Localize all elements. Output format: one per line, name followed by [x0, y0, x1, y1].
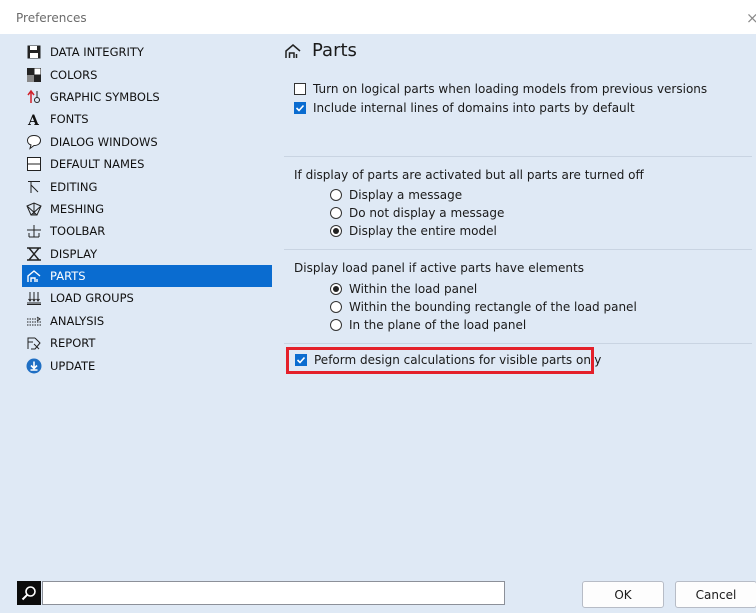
checkbox-logical-parts-box[interactable] [294, 83, 306, 95]
checkbox-internal-lines-box[interactable] [294, 102, 306, 114]
radio-no-message[interactable]: Do not display a message [330, 206, 504, 220]
radio-bounding-rectangle[interactable]: Within the bounding rectangle of the loa… [330, 300, 637, 314]
radio-no-message-circle[interactable] [330, 207, 342, 219]
sidebar-item-label: PARTS [50, 269, 86, 284]
radio-no-message-label: Do not display a message [349, 206, 505, 220]
radio-within-load-panel-label: Within the load panel [349, 282, 478, 296]
sidebar-item-parts[interactable]: PARTS [22, 264, 272, 288]
sidebar-item-label: GRAPHIC SYMBOLS [50, 89, 160, 104]
sidebar-item-label: ANALYSIS [50, 313, 105, 328]
sidebar-item-label: DISPLAY [50, 246, 98, 261]
separator [284, 343, 752, 344]
panel-title-text: Parts [312, 40, 357, 61]
group-parts-off-label: If display of parts are activated but al… [294, 168, 644, 182]
radio-bounding-rectangle-circle[interactable] [330, 301, 342, 313]
checkbox-logical-parts[interactable]: Turn on logical parts when loading model… [294, 82, 707, 96]
floppy-disk-icon [26, 44, 42, 60]
radio-display-message-label: Display a message [349, 188, 463, 202]
display-icon [26, 246, 42, 262]
sidebar-item-label: DATA INTEGRITY [50, 45, 144, 60]
sidebar-item-label: UPDATE [50, 358, 96, 373]
separator [284, 249, 752, 250]
checkbox-internal-lines-label: Include internal lines of domains into p… [313, 101, 635, 115]
checkbox-design-calculations-label: Peform design calculations for visible p… [314, 353, 602, 367]
sidebar-item-label: COLORS [50, 67, 98, 82]
radio-within-load-panel[interactable]: Within the load panel [330, 282, 477, 296]
sidebar-item-toolbar[interactable]: TOOLBAR [22, 220, 272, 242]
cancel-button[interactable]: Cancel [675, 581, 756, 608]
load-groups-icon [26, 290, 42, 306]
checkbox-internal-lines[interactable]: Include internal lines of domains into p… [294, 101, 635, 115]
preferences-dialog: DATA INTEGRITY COLORS GRAPHIC SYMBOLS A … [0, 34, 756, 613]
sidebar-item-report[interactable]: REPORT [22, 332, 272, 354]
sidebar-item-update[interactable]: UPDATE [22, 354, 272, 376]
color-palette-icon [26, 67, 42, 83]
sidebar-item-label: REPORT [50, 336, 96, 351]
radio-plane-load-panel-label: In the plane of the load panel [349, 318, 527, 332]
window-title: Preferences [16, 11, 87, 25]
checkbox-logical-parts-label: Turn on logical parts when loading model… [313, 82, 708, 96]
table-icon [26, 156, 42, 172]
sidebar-item-label: LOAD GROUPS [50, 291, 134, 306]
sidebar-item-editing[interactable]: EDITING [22, 175, 272, 197]
radio-within-load-panel-circle[interactable] [330, 283, 342, 295]
sidebar-item-default-names[interactable]: DEFAULT NAMES [22, 153, 272, 175]
radio-entire-model-circle[interactable] [330, 225, 342, 237]
sidebar-item-meshing[interactable]: MESHING [22, 198, 272, 220]
parts-panel: Parts Turn on logical parts when loading… [284, 34, 756, 554]
svg-text:A: A [27, 113, 40, 126]
close-icon[interactable]: × [746, 9, 756, 27]
sidebar-item-analysis[interactable]: ANALYSIS [22, 310, 272, 332]
group-load-panel-label: Display load panel if active parts have … [294, 261, 584, 275]
checkbox-design-calculations-box[interactable] [295, 354, 307, 366]
separator [284, 156, 752, 157]
radio-bounding-rectangle-label: Within the bounding rectangle of the loa… [349, 300, 637, 314]
ok-button[interactable]: OK [582, 581, 664, 608]
radio-entire-model-label: Display the entire model [349, 224, 497, 238]
sidebar-item-label: FONTS [50, 112, 89, 127]
radio-plane-load-panel-circle[interactable] [330, 319, 342, 331]
editing-icon [26, 179, 42, 195]
sidebar-item-label: EDITING [50, 179, 98, 194]
sidebar-item-colors[interactable]: COLORS [22, 63, 272, 85]
sidebar-item-display[interactable]: DISPLAY [22, 243, 272, 265]
speech-bubble-icon [26, 134, 42, 150]
sidebar-item-label: MESHING [50, 201, 105, 216]
sidebar-item-data-integrity[interactable]: DATA INTEGRITY [22, 41, 272, 63]
meshing-icon [26, 201, 42, 217]
sidebar-item-fonts[interactable]: A FONTS [22, 108, 272, 130]
parts-icon [284, 42, 304, 60]
parts-icon [26, 268, 42, 284]
sidebar: DATA INTEGRITY COLORS GRAPHIC SYMBOLS A … [22, 41, 272, 377]
checkbox-design-calculations[interactable]: Peform design calculations for visible p… [295, 353, 601, 367]
title-bar: Preferences × [0, 0, 756, 34]
sidebar-item-load-groups[interactable]: LOAD GROUPS [22, 287, 272, 309]
update-icon [26, 358, 42, 374]
radio-plane-load-panel[interactable]: In the plane of the load panel [330, 318, 526, 332]
radio-display-message[interactable]: Display a message [330, 188, 462, 202]
toolbar-icon [26, 223, 42, 239]
analysis-icon [26, 313, 42, 329]
font-icon: A [26, 111, 42, 127]
sidebar-item-label: DEFAULT NAMES [50, 157, 145, 172]
sidebar-item-graphic-symbols[interactable]: GRAPHIC SYMBOLS [22, 86, 272, 108]
report-icon [26, 335, 42, 351]
graphic-symbols-icon [26, 89, 42, 105]
search-icon[interactable] [17, 581, 41, 605]
panel-title: Parts [284, 40, 357, 61]
radio-entire-model[interactable]: Display the entire model [330, 224, 497, 238]
search-input[interactable] [42, 581, 505, 605]
sidebar-item-label: DIALOG WINDOWS [50, 134, 158, 149]
sidebar-item-dialog-windows[interactable]: DIALOG WINDOWS [22, 131, 272, 153]
radio-display-message-circle[interactable] [330, 189, 342, 201]
sidebar-item-label: TOOLBAR [50, 224, 106, 239]
